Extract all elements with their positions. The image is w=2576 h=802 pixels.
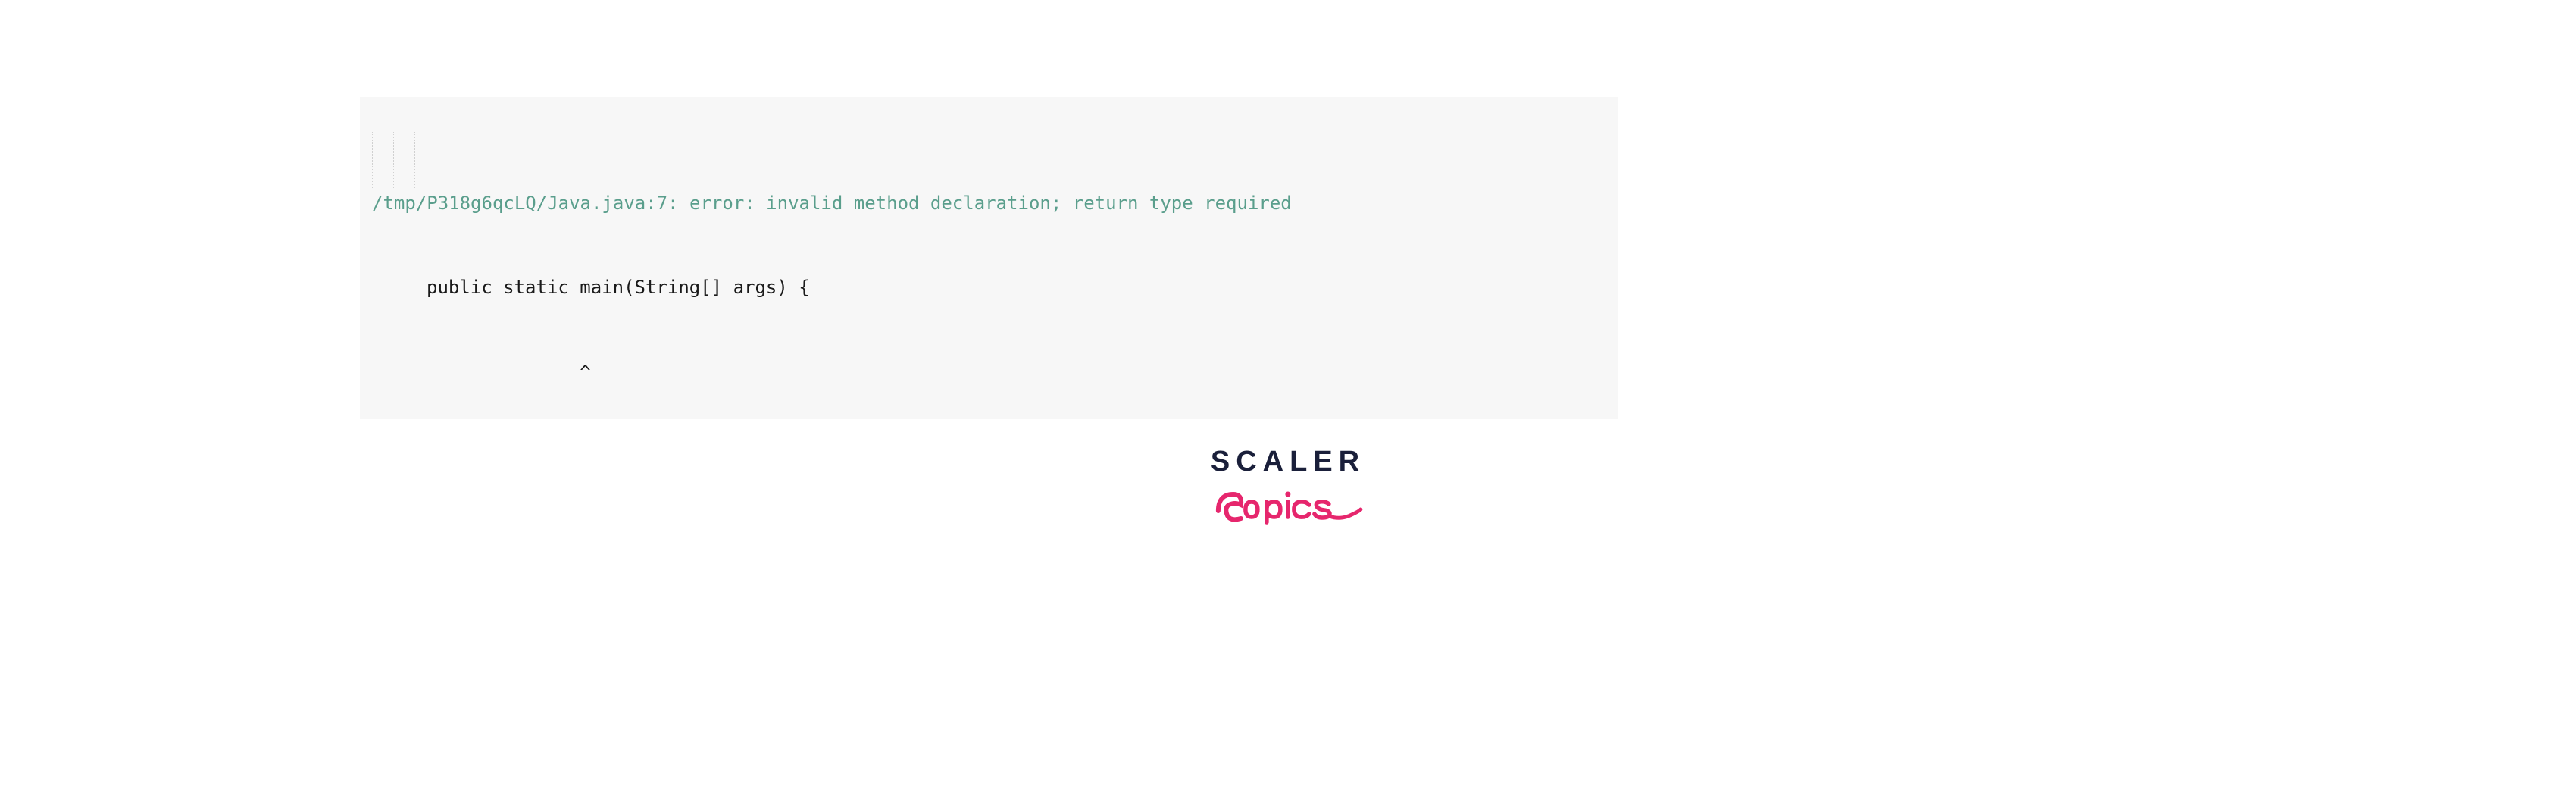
error-code-line: public static main(String[] args) { <box>372 274 1605 302</box>
error-message-line: /tmp/P318g6qcLQ/Java.java:7: error: inva… <box>372 190 1605 218</box>
indent-guides <box>372 132 436 188</box>
compiler-error-output: /tmp/P318g6qcLQ/Java.java:7: error: inva… <box>360 97 1618 419</box>
logo-secondary-text <box>1211 473 1365 539</box>
logo-primary-text: SCALER <box>1211 447 1365 476</box>
scaler-topics-logo: SCALER <box>1211 447 1365 539</box>
error-caret-line: ^ <box>372 359 1605 387</box>
